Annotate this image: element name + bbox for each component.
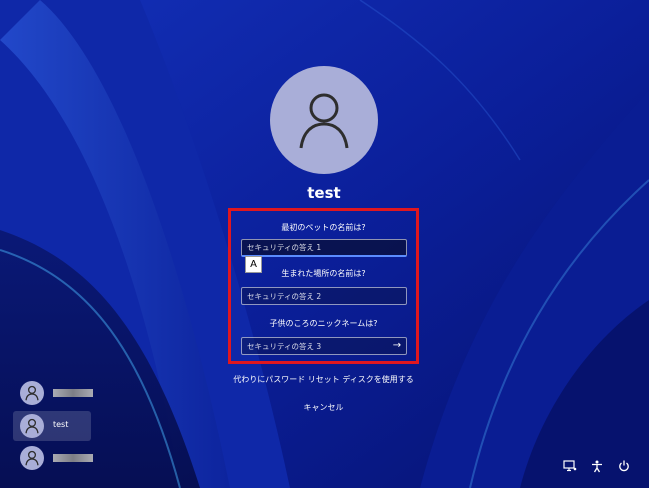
question-3-label: 子供のころのニックネームは? [269,319,378,328]
question-1-label: 最初のペットの名前は? [281,223,366,232]
redacted-username [53,454,93,462]
network-icon[interactable] [562,458,578,474]
user-avatar-small [20,446,44,470]
reset-disk-link[interactable]: 代わりにパスワード リセット ディスクを使用する [228,374,419,385]
question-2-label: 生まれた場所の名前は? [281,269,366,278]
power-icon[interactable] [616,458,632,474]
username-label: test [307,184,341,202]
user-list-item[interactable] [13,378,93,408]
person-icon [25,385,39,401]
user-avatar [270,66,378,174]
answer-3-field[interactable]: → [241,337,407,355]
accessibility-icon[interactable] [589,458,605,474]
answer-2-field[interactable] [241,287,407,305]
person-icon [25,418,39,434]
user-list-name: test [53,420,69,429]
user-avatar-small [20,381,44,405]
answer-3-input[interactable] [242,338,406,354]
answer-1-field[interactable] [241,239,407,257]
person-icon [25,450,39,466]
answer-1-input[interactable] [242,240,406,255]
person-icon [299,93,349,149]
user-list-item-selected[interactable]: test [13,411,91,441]
user-avatar-small [20,414,44,438]
answer-2-input[interactable] [242,288,406,304]
user-list-item[interactable] [13,443,93,473]
redacted-username [53,389,93,397]
cancel-link[interactable]: キャンセル [228,402,419,413]
submit-arrow-icon[interactable]: → [390,338,404,354]
